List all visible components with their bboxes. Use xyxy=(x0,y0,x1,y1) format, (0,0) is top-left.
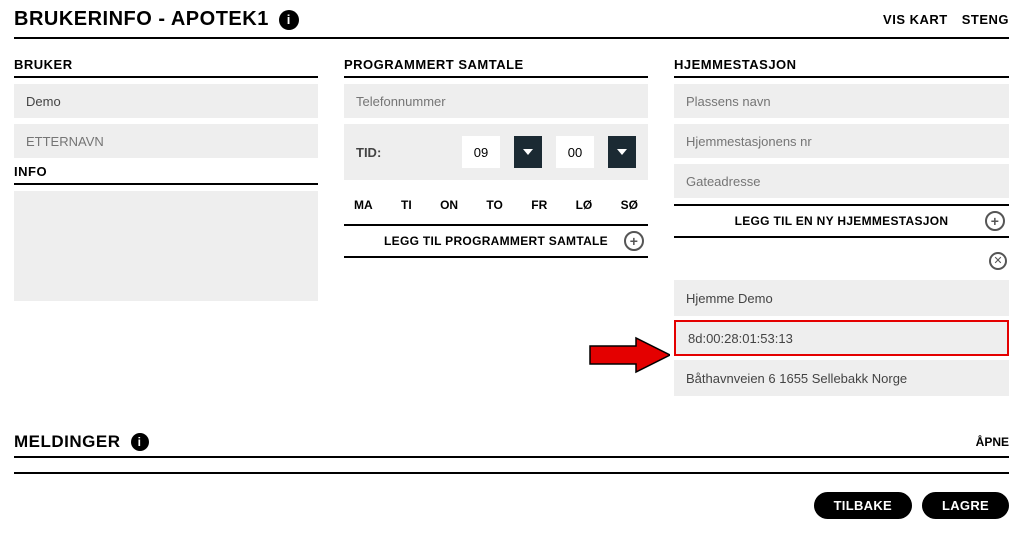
divider xyxy=(14,472,1009,474)
col-hjemmestasjon: HJEMMESTASJON LEGG TIL EN NY HJEMMESTASJ… xyxy=(674,57,1009,400)
hour-dropdown[interactable] xyxy=(514,136,542,168)
tid-label: TID: xyxy=(356,145,396,160)
meldinger-title-text: MELDINGER xyxy=(14,432,121,452)
day-on[interactable]: ON xyxy=(440,198,458,212)
main-columns: BRUKER INFO PROGRAMMERT SAMTALE TID: 09 … xyxy=(14,57,1009,400)
info-icon[interactable]: i xyxy=(279,10,299,30)
add-samtale-label: LEGG TIL PROGRAMMERT SAMTALE xyxy=(384,234,608,248)
close-icon[interactable]: ✕ xyxy=(989,252,1007,270)
apne-link[interactable]: ÅPNE xyxy=(976,435,1009,449)
firstname-input[interactable] xyxy=(14,84,318,118)
lagre-button[interactable]: LAGRE xyxy=(922,492,1009,519)
day-fr[interactable]: FR xyxy=(531,198,547,212)
plus-icon[interactable]: + xyxy=(985,211,1005,231)
tid-row: TID: 09 00 xyxy=(344,124,648,180)
station-addr-input[interactable] xyxy=(674,164,1009,198)
add-station-label: LEGG TIL EN NY HJEMMESTASJON xyxy=(735,214,949,228)
day-to[interactable]: TO xyxy=(486,198,502,212)
arrow-icon xyxy=(588,334,670,376)
steng-link[interactable]: STENG xyxy=(962,12,1009,27)
lastname-input[interactable] xyxy=(14,124,318,158)
header: BRUKERINFO - APOTEK1 i VIS KART STENG xyxy=(14,8,1009,39)
day-ma[interactable]: MA xyxy=(354,198,373,212)
station-card: ✕ Hjemme Demo 8d:00:28:01:53:13 Båthavnv… xyxy=(674,280,1009,396)
section-title-bruker: BRUKER xyxy=(14,57,318,78)
page-title: BRUKERINFO - APOTEK1 i xyxy=(14,8,299,31)
plus-icon[interactable]: + xyxy=(624,231,644,251)
minute-dropdown[interactable] xyxy=(608,136,636,168)
station-address-row: Båthavnveien 6 1655 Sellebakk Norge xyxy=(674,360,1009,396)
meldinger-section: MELDINGER i ÅPNE xyxy=(14,430,1009,458)
info-textarea[interactable] xyxy=(14,191,318,301)
days-row: MA TI ON TO FR LØ SØ xyxy=(344,180,648,226)
add-samtale-row[interactable]: LEGG TIL PROGRAMMERT SAMTALE + xyxy=(344,226,648,258)
day-lo[interactable]: LØ xyxy=(576,198,593,212)
footer-buttons: TILBAKE LAGRE xyxy=(14,492,1009,519)
info-icon[interactable]: i xyxy=(131,433,149,451)
chevron-down-icon xyxy=(523,149,533,155)
station-nr-input[interactable] xyxy=(674,124,1009,158)
vis-kart-link[interactable]: VIS KART xyxy=(883,12,948,27)
page-title-text: BRUKERINFO - APOTEK1 xyxy=(14,8,269,31)
section-title-hjemmestasjon: HJEMMESTASJON xyxy=(674,57,1009,78)
minute-value: 00 xyxy=(556,136,594,168)
section-title-info: INFO xyxy=(14,164,318,185)
add-station-row[interactable]: LEGG TIL EN NY HJEMMESTASJON + xyxy=(674,204,1009,238)
day-ti[interactable]: TI xyxy=(401,198,412,212)
hour-value: 09 xyxy=(462,136,500,168)
station-name-input[interactable] xyxy=(674,84,1009,118)
section-title-samtale: PROGRAMMERT SAMTALE xyxy=(344,57,648,78)
header-actions: VIS KART STENG xyxy=(883,12,1009,27)
phone-input[interactable] xyxy=(344,84,648,118)
meldinger-title: MELDINGER i xyxy=(14,432,149,452)
station-name-row: Hjemme Demo xyxy=(674,280,1009,316)
day-so[interactable]: SØ xyxy=(621,198,638,212)
chevron-down-icon xyxy=(617,149,627,155)
station-mac-row: 8d:00:28:01:53:13 xyxy=(674,320,1009,356)
tilbake-button[interactable]: TILBAKE xyxy=(814,492,912,519)
col-bruker: BRUKER INFO xyxy=(14,57,318,400)
